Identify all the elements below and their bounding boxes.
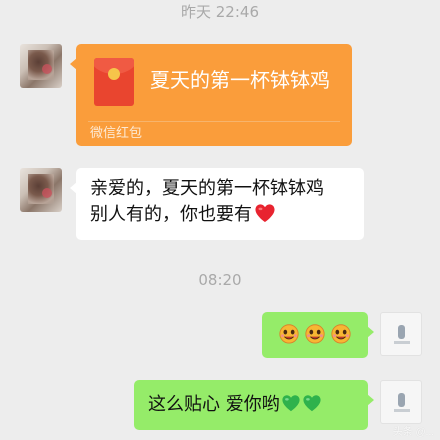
smiling-face-emoji-icon [305,324,325,344]
contact-avatar[interactable] [20,44,62,88]
red-packet-title: 夏天的第一杯钵钵鸡 [150,68,330,92]
incoming-message-bubble[interactable]: 亲爱的，夏天的第一杯钵钵鸡 别人有的，你也要有 [70,168,364,240]
contact-avatar[interactable] [20,168,62,212]
red-heart-emoji-icon [255,204,275,223]
user-avatar[interactable] [380,312,422,356]
green-heart-emoji-icon [282,395,300,412]
message-text-line: 别人有的，你也要有 [90,202,350,228]
timestamp: 08:20 [198,271,242,289]
smiling-face-emoji-icon [331,324,351,344]
timestamp: 昨天 22:46 [181,3,259,21]
message-text-line: 亲爱的，夏天的第一杯钵钵鸡 [90,178,324,199]
outgoing-message-bubble[interactable] [262,312,374,358]
message-text: 别人有的，你也要有 [90,204,252,225]
red-packet-label: 微信红包 [90,126,143,141]
smiling-face-emoji-icon [279,324,299,344]
message-text-line: 这么贴心 爱你哟 [148,392,354,418]
red-packet-card[interactable]: 夏天的第一杯钵钵鸡 微信红包 [70,44,352,146]
outgoing-message-bubble[interactable]: 这么贴心 爱你哟 [134,380,374,430]
watermark: 头条 @... [392,427,434,438]
red-envelope-icon [94,58,134,106]
user-avatar[interactable] [380,380,422,424]
message-text: 这么贴心 爱你哟 [148,394,280,415]
green-heart-emoji-icon [303,395,321,412]
divider [88,121,340,122]
